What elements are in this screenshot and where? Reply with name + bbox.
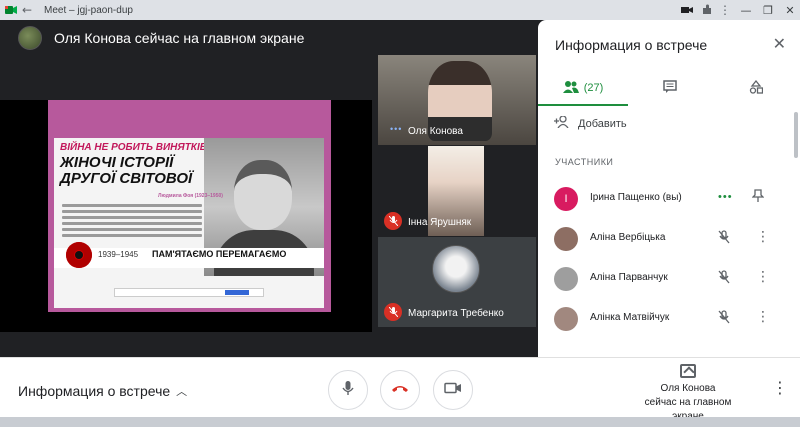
add-person-icon — [554, 115, 570, 131]
browser-menu-icon[interactable]: ⋮ — [716, 3, 734, 17]
participant-tile[interactable]: Інна Ярушняк — [378, 146, 536, 236]
tab-people[interactable]: (27) — [538, 72, 628, 106]
participant-tile[interactable]: Маргарита Требенко — [378, 237, 536, 327]
mic-muted-icon — [384, 212, 402, 230]
presentation-slide: ВІЙНА НЕ РОБИТЬ ВИНЯТКІВ. ЖІНОЧІ ІСТОРІЇ… — [48, 100, 331, 312]
participant-tile-name: Маргарита Требенко — [408, 308, 504, 319]
titlebar-right: ⋮ — ❐ ✕ — [676, 3, 800, 17]
people-count: (27) — [583, 82, 604, 94]
presenting-name: Оля Конова — [660, 383, 716, 394]
list-item[interactable]: І Ірина Пащенко (вы) ••• — [538, 180, 800, 220]
meeting-details-panel: Информация о встрече ✕ (27) Добавить УЧА… — [538, 20, 800, 357]
participant-avatar — [432, 245, 480, 293]
participant-name: Аліна Вербіцька — [590, 232, 666, 243]
shapes-icon — [749, 79, 764, 99]
avatar — [554, 307, 578, 331]
slide-heading-1: ВІЙНА НЕ РОБИТЬ ВИНЯТКІВ. — [60, 142, 210, 153]
camera-button[interactable] — [433, 370, 473, 410]
speaking-indicator-icon: ••• — [390, 124, 403, 134]
meeting-controls-bar: Информация о встрече ︿ Оля Конова сейчас… — [0, 357, 800, 422]
avatar — [554, 267, 578, 291]
audio-active-icon: ••• — [718, 191, 733, 203]
meet-window: ← Meet – jgj-paon-dup ⋮ — ❐ ✕ Оля Конова… — [0, 0, 800, 427]
meeting-details-button[interactable]: Информация о встрече ︿ — [18, 383, 187, 399]
leave-call-button[interactable] — [380, 370, 420, 410]
browser-titlebar: ← Meet – jgj-paon-dup ⋮ — ❐ ✕ — [0, 0, 800, 20]
tab-chat[interactable] — [628, 72, 712, 106]
slide-slogan: ПАМ'ЯТАЄМО ПЕРЕМАГАЄМО — [152, 249, 287, 259]
microphone-button[interactable] — [328, 370, 368, 410]
poppy-icon — [66, 242, 92, 268]
tab-activities[interactable] — [712, 72, 800, 106]
people-icon — [562, 80, 579, 96]
back-button[interactable]: ← — [18, 3, 36, 17]
microphone-icon — [342, 380, 354, 401]
slide-author: Людмила Фоя (1923–1950) — [158, 193, 223, 199]
panel-scrollbar[interactable] — [794, 112, 798, 158]
presentation-area[interactable]: ВІЙНА НЕ РОБИТЬ ВИНЯТКІВ. ЖІНОЧІ ІСТОРІЇ… — [0, 100, 372, 332]
presenter-header: Оля Конова сейчас на главном экране — [18, 26, 304, 50]
mic-off-icon[interactable] — [718, 310, 730, 329]
participant-tile[interactable]: ••• Оля Конова — [378, 55, 536, 145]
window-title: Meet – jgj-paon-dup — [44, 4, 133, 16]
video-camera-icon — [444, 381, 462, 399]
avatar — [554, 227, 578, 251]
participant-tile-name: Інна Ярушняк — [408, 217, 472, 228]
mic-muted-icon — [384, 303, 402, 321]
participant-name: Алінка Матвійчук — [590, 312, 670, 323]
list-item[interactable]: Алінка Матвійчук ⋮ — [538, 300, 800, 340]
hang-up-icon — [391, 381, 409, 399]
meet-logo-icon — [4, 3, 18, 17]
chat-icon — [663, 80, 677, 98]
more-options-icon[interactable]: ⋮ — [756, 309, 770, 325]
extensions-icon[interactable] — [700, 3, 714, 17]
presenting-now-button[interactable]: Оля Конова сейчас на главном экране — [628, 364, 748, 424]
add-people-label: Добавить — [578, 117, 627, 130]
mic-off-icon[interactable] — [718, 270, 730, 289]
presenter-avatar — [18, 26, 42, 50]
present-screen-icon — [680, 364, 696, 378]
close-window-button[interactable]: ✕ — [780, 4, 800, 17]
add-people-button[interactable]: Добавить — [554, 115, 627, 131]
slide-content: ВІЙНА НЕ РОБИТЬ ВИНЯТКІВ. ЖІНОЧІ ІСТОРІЇ… — [54, 138, 324, 308]
close-panel-button[interactable]: ✕ — [773, 34, 786, 53]
presenter-title: Оля Конова сейчас на главном экране — [54, 30, 305, 46]
slide-years: 1939–1945 — [98, 250, 139, 259]
panel-title: Информация о встрече — [555, 37, 708, 53]
participants-section-label: УЧАСТНИКИ — [555, 157, 614, 167]
pin-icon[interactable] — [751, 189, 765, 208]
slide-heading-2: ЖІНОЧІ ІСТОРІЇ ДРУГОЇ СВІТОВОЇ — [60, 154, 193, 187]
chevron-up-icon: ︿ — [176, 385, 188, 398]
slide-body-text — [62, 204, 202, 246]
participant-tile-name: Оля Конова — [408, 126, 463, 137]
participant-name: Ірина Пащенко (вы) — [590, 192, 682, 203]
os-taskbar — [0, 417, 800, 427]
camera-indicator-icon[interactable] — [680, 3, 694, 17]
more-options-icon[interactable]: ⋮ — [772, 378, 788, 397]
minimize-button[interactable]: — — [736, 4, 756, 17]
mic-off-icon[interactable] — [718, 230, 730, 249]
more-options-icon[interactable]: ⋮ — [756, 269, 770, 285]
participant-name: Аліна Парванчук — [590, 272, 668, 283]
panel-tabs: (27) — [538, 72, 800, 106]
meeting-details-label: Информация о встрече — [18, 383, 171, 399]
slide-footer-bar — [114, 288, 264, 297]
list-item[interactable]: Аліна Парванчук ⋮ — [538, 260, 800, 300]
avatar: І — [554, 187, 578, 211]
more-options-icon[interactable]: ⋮ — [756, 229, 770, 245]
list-item[interactable]: Аліна Вербіцька ⋮ — [538, 220, 800, 260]
maximize-button[interactable]: ❐ — [758, 4, 778, 17]
participants-list: І Ірина Пащенко (вы) ••• Аліна Вербіцька… — [538, 180, 800, 340]
